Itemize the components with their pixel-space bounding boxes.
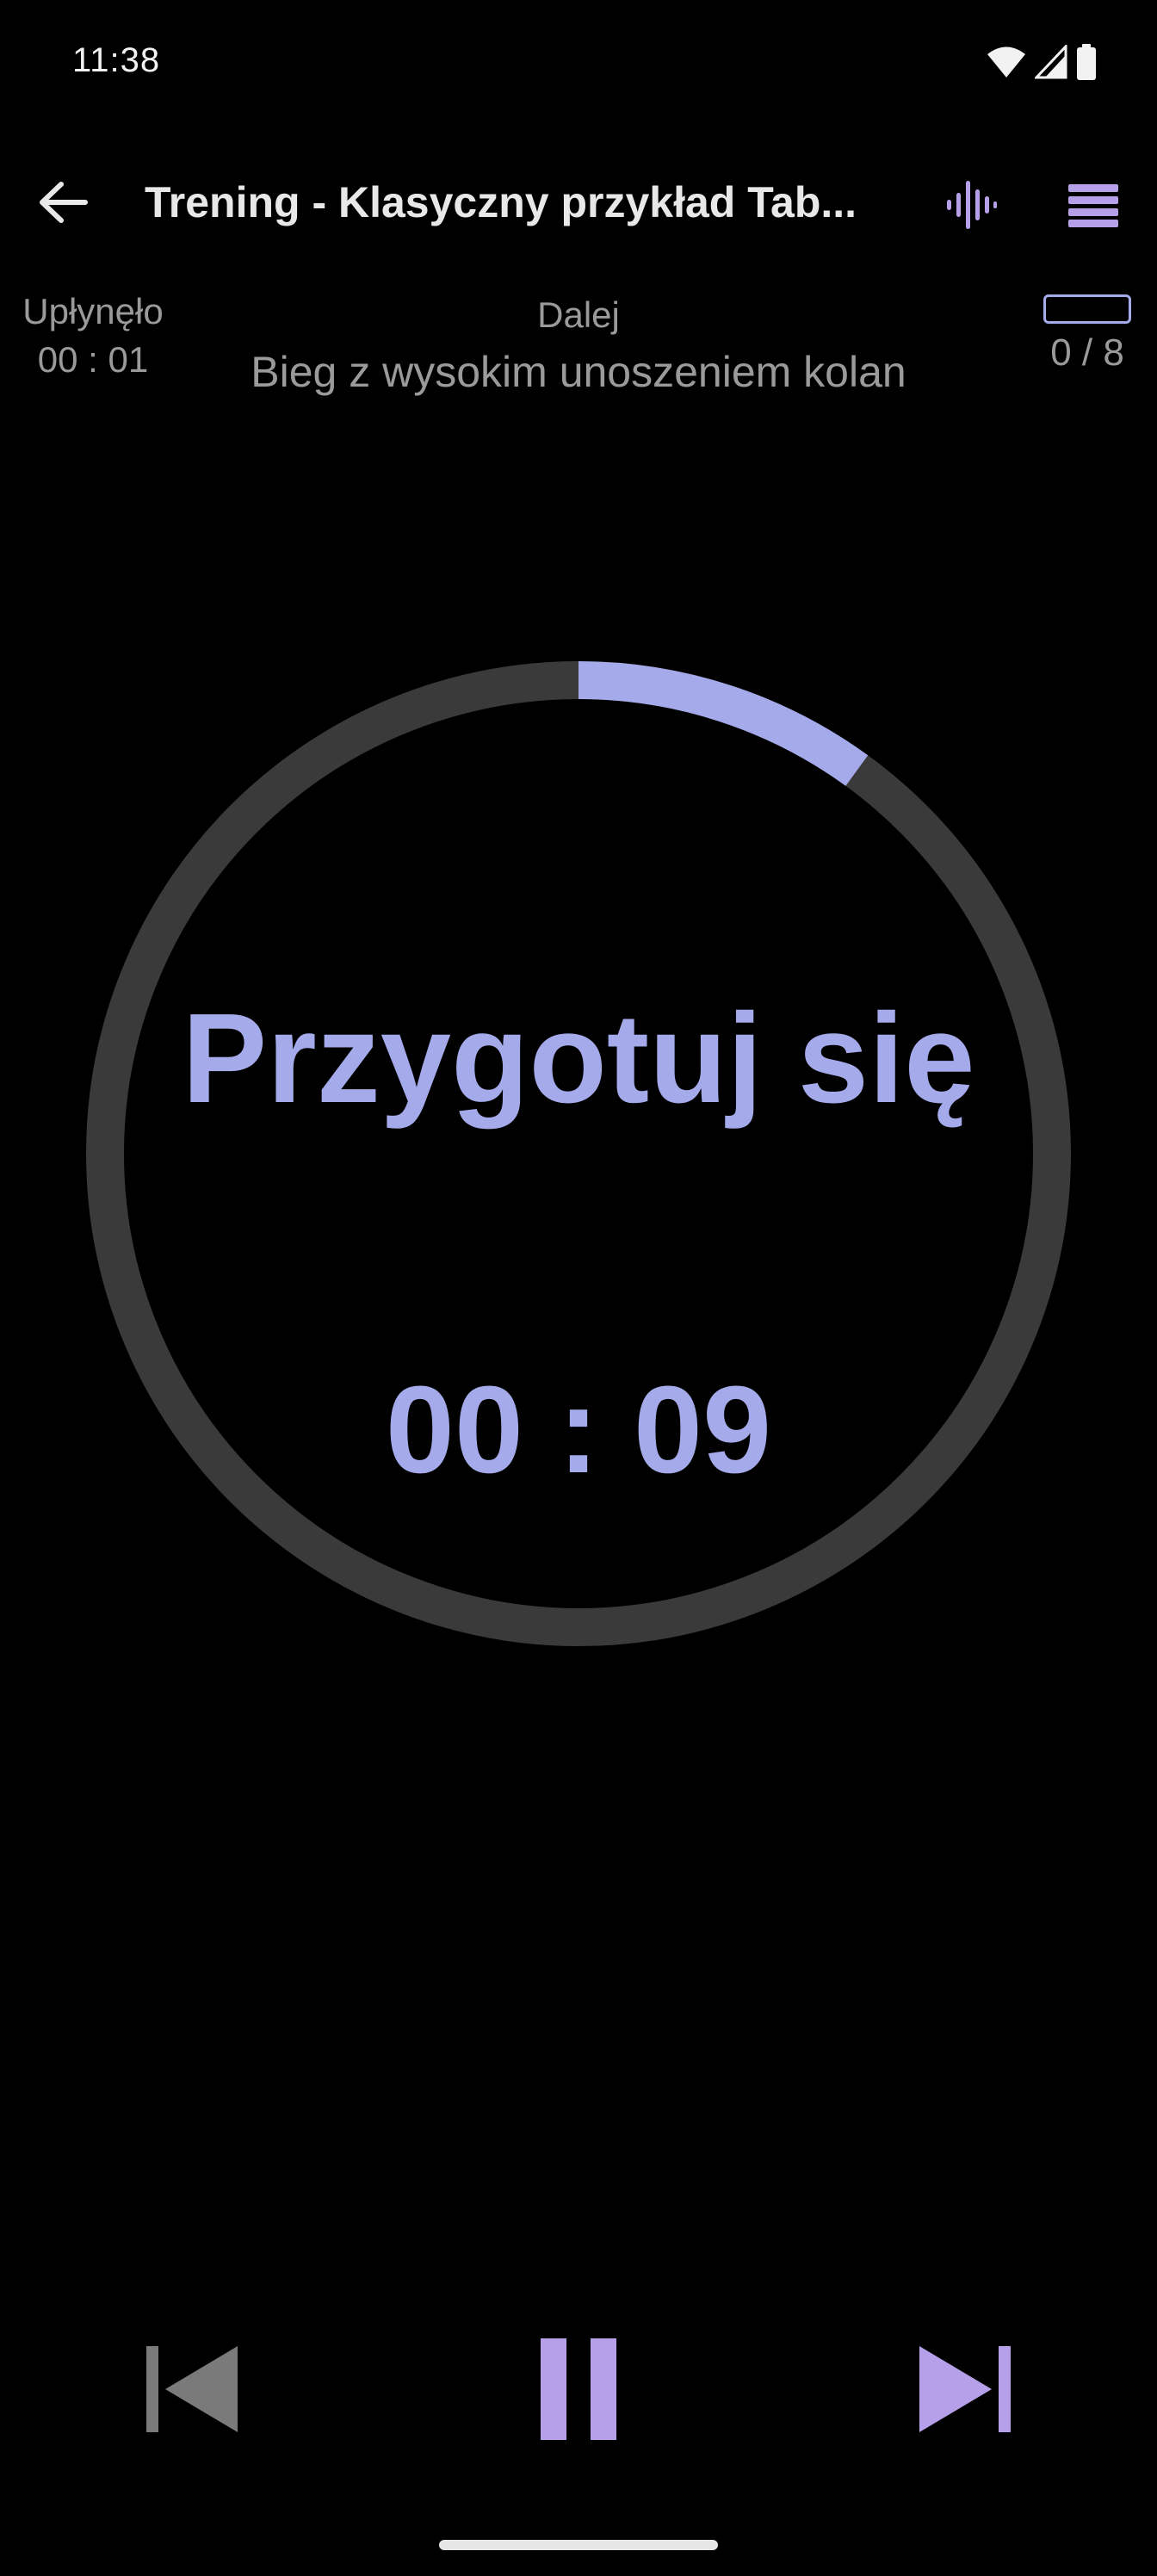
- status-bar: 11:38: [0, 0, 1157, 129]
- skip-next-icon: [919, 2346, 1011, 2432]
- elapsed-label: Upłynęło: [22, 291, 164, 331]
- battery-icon: [1077, 44, 1096, 80]
- status-time: 11:38: [72, 41, 161, 79]
- elapsed-block: Upłynęło 00 : 01: [0, 288, 186, 384]
- countdown-timer: 00 : 09: [385, 1360, 772, 1499]
- skip-previous-icon: [146, 2346, 238, 2432]
- pause-button[interactable]: [514, 2325, 643, 2454]
- info-row: Upłynęło 00 : 01 Dalej Bieg z wysokim un…: [0, 284, 1157, 413]
- workout-title: Trening - Klasyczny przykład Tab...: [145, 178, 857, 226]
- elapsed-value: 00 : 01: [37, 339, 149, 380]
- previous-button[interactable]: [127, 2325, 257, 2454]
- voice-button[interactable]: [940, 174, 1002, 236]
- sound-wave-icon: [947, 181, 997, 229]
- phase-label: Przygotuj się: [182, 988, 975, 1130]
- arrow-left-icon: [40, 182, 88, 223]
- playback-controls: [0, 2325, 1157, 2454]
- home-indicator[interactable]: [439, 2540, 718, 2550]
- pause-icon: [541, 2338, 616, 2440]
- menu-icon: [1068, 184, 1118, 227]
- next-label: Dalej: [537, 294, 620, 335]
- next-button[interactable]: [900, 2325, 1030, 2454]
- progress-bar: [1043, 294, 1131, 324]
- cell-signal-icon: [1035, 45, 1067, 79]
- wifi-icon: [987, 46, 1025, 77]
- app-bar: Trening - Klasyczny przykład Tab...: [0, 155, 1157, 250]
- menu-button[interactable]: [1062, 174, 1124, 236]
- next-exercise-name: Bieg z wysokim unoszeniem kolan: [251, 348, 906, 396]
- exercise-progress: 0 / 8: [1031, 294, 1143, 377]
- next-exercise-block: Dalej Bieg z wysokim unoszeniem kolan: [172, 289, 985, 399]
- progress-count: 0 / 8: [1050, 331, 1124, 374]
- back-button[interactable]: [26, 172, 100, 232]
- status-icons: [987, 43, 1097, 81]
